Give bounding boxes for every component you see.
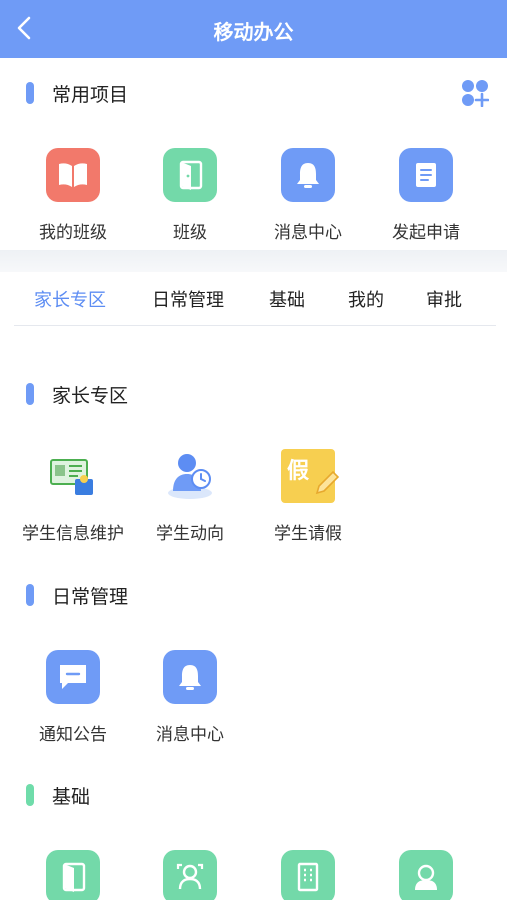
parent-item-student-info[interactable]: 学生信息维护 bbox=[14, 449, 132, 544]
category-tabs: 家长专区 日常管理 基础 我的 审批 bbox=[14, 272, 496, 326]
section-marker bbox=[26, 383, 34, 405]
parent-item-student-status[interactable]: 学生动向 bbox=[131, 449, 249, 544]
common-item-label: 我的班级 bbox=[39, 223, 107, 243]
door-icon bbox=[46, 850, 100, 900]
common-item-label: 发起申请 bbox=[392, 223, 460, 243]
section-parent-zone: 家长专区 bbox=[26, 381, 128, 407]
common-item-message-center[interactable]: 消息中心 bbox=[249, 148, 367, 243]
section-daily-title: 日常管理 bbox=[52, 585, 129, 608]
daily-item-label: 通知公告 bbox=[39, 725, 107, 745]
door-icon bbox=[163, 148, 217, 202]
document-icon bbox=[399, 148, 453, 202]
basic-item-4[interactable] bbox=[367, 850, 485, 900]
basic-item-2[interactable] bbox=[131, 850, 249, 900]
parent-item-label: 学生请假 bbox=[274, 524, 342, 544]
leave-glyph: 假 bbox=[287, 459, 310, 484]
person-icon bbox=[399, 850, 453, 900]
bell-icon bbox=[281, 148, 335, 202]
section-common-title: 常用项目 bbox=[52, 83, 129, 106]
section-common: 常用项目 bbox=[26, 80, 128, 106]
common-item-my-class[interactable]: 我的班级 bbox=[14, 148, 132, 243]
section-parent-zone-title: 家长专区 bbox=[52, 384, 129, 407]
basic-item-3[interactable] bbox=[249, 850, 367, 900]
section-marker bbox=[26, 584, 34, 606]
parent-item-label: 学生信息维护 bbox=[22, 524, 124, 544]
section-marker bbox=[26, 82, 34, 104]
users-icon bbox=[163, 850, 217, 900]
message-icon bbox=[46, 650, 100, 704]
bell-icon bbox=[163, 650, 217, 704]
top-bar: 移动办公 bbox=[0, 0, 507, 58]
tab-approval[interactable]: 审批 bbox=[426, 286, 462, 312]
tab-mine[interactable]: 我的 bbox=[348, 286, 384, 312]
section-basic-title: 基础 bbox=[52, 785, 91, 808]
leave-note-icon: 假 bbox=[281, 449, 340, 503]
common-item-label: 班级 bbox=[173, 223, 207, 243]
tab-basic[interactable]: 基础 bbox=[269, 286, 305, 312]
add-app-icon[interactable] bbox=[461, 79, 489, 107]
section-marker bbox=[26, 784, 34, 806]
daily-item-message-center[interactable]: 消息中心 bbox=[131, 650, 249, 745]
divider-band bbox=[0, 250, 507, 272]
book-icon bbox=[46, 148, 100, 202]
parent-item-label: 学生动向 bbox=[156, 524, 224, 544]
common-item-class[interactable]: 班级 bbox=[131, 148, 249, 243]
section-daily: 日常管理 bbox=[26, 582, 128, 608]
daily-item-label: 消息中心 bbox=[156, 725, 224, 745]
student-card-icon bbox=[46, 449, 100, 503]
section-basic: 基础 bbox=[26, 782, 90, 808]
tab-daily[interactable]: 日常管理 bbox=[152, 286, 224, 312]
basic-item-1[interactable] bbox=[14, 850, 132, 900]
page-title: 移动办公 bbox=[213, 20, 294, 44]
parent-item-student-leave[interactable]: 假 学生请假 bbox=[249, 449, 367, 544]
common-item-label: 消息中心 bbox=[274, 223, 342, 243]
building-icon bbox=[281, 850, 335, 900]
student-clock-icon bbox=[163, 449, 217, 503]
tab-parent-zone[interactable]: 家长专区 bbox=[34, 286, 106, 312]
common-item-apply[interactable]: 发起申请 bbox=[367, 148, 485, 243]
daily-item-notice[interactable]: 通知公告 bbox=[14, 650, 132, 745]
